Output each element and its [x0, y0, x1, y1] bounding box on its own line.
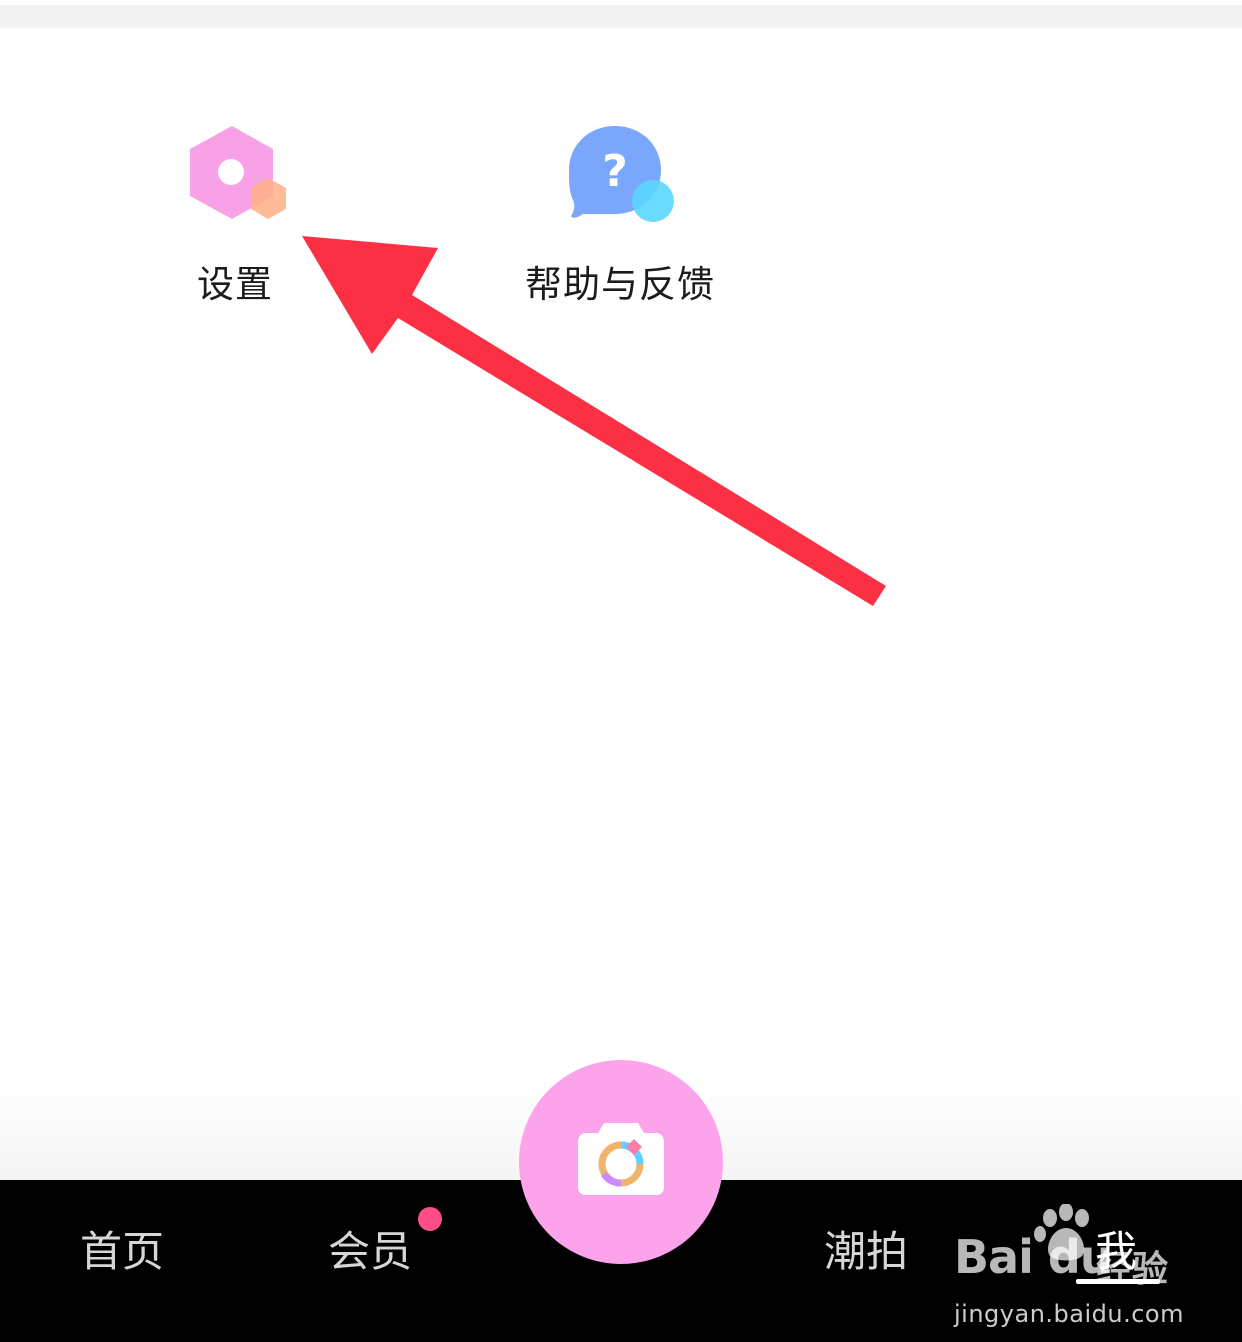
tab-me[interactable]: 我 [1095, 1218, 1137, 1279]
svg-text:?: ? [602, 146, 628, 197]
help-feedback-label: 帮助与反馈 [525, 263, 715, 306]
tab-home[interactable]: 首页 [80, 1218, 164, 1279]
settings-label: 设置 [197, 263, 273, 306]
tab-vip[interactable]: 会员 [328, 1218, 412, 1279]
vip-badge-dot [418, 1207, 442, 1231]
settings-hexagon-icon [185, 124, 295, 234]
tab-me-indicator [1076, 1279, 1160, 1284]
top-strip-edge [0, 0, 1242, 5]
camera-button[interactable] [519, 1060, 723, 1264]
settings-item[interactable]: 设置 [160, 118, 310, 308]
help-feedback-item[interactable]: ? 帮助与反馈 [505, 118, 735, 308]
tab-trend-shoot[interactable]: 潮拍 [824, 1218, 908, 1279]
camera-icon [578, 1123, 664, 1195]
help-chat-bubble-icon: ? [565, 124, 685, 234]
top-strip [0, 0, 1242, 28]
